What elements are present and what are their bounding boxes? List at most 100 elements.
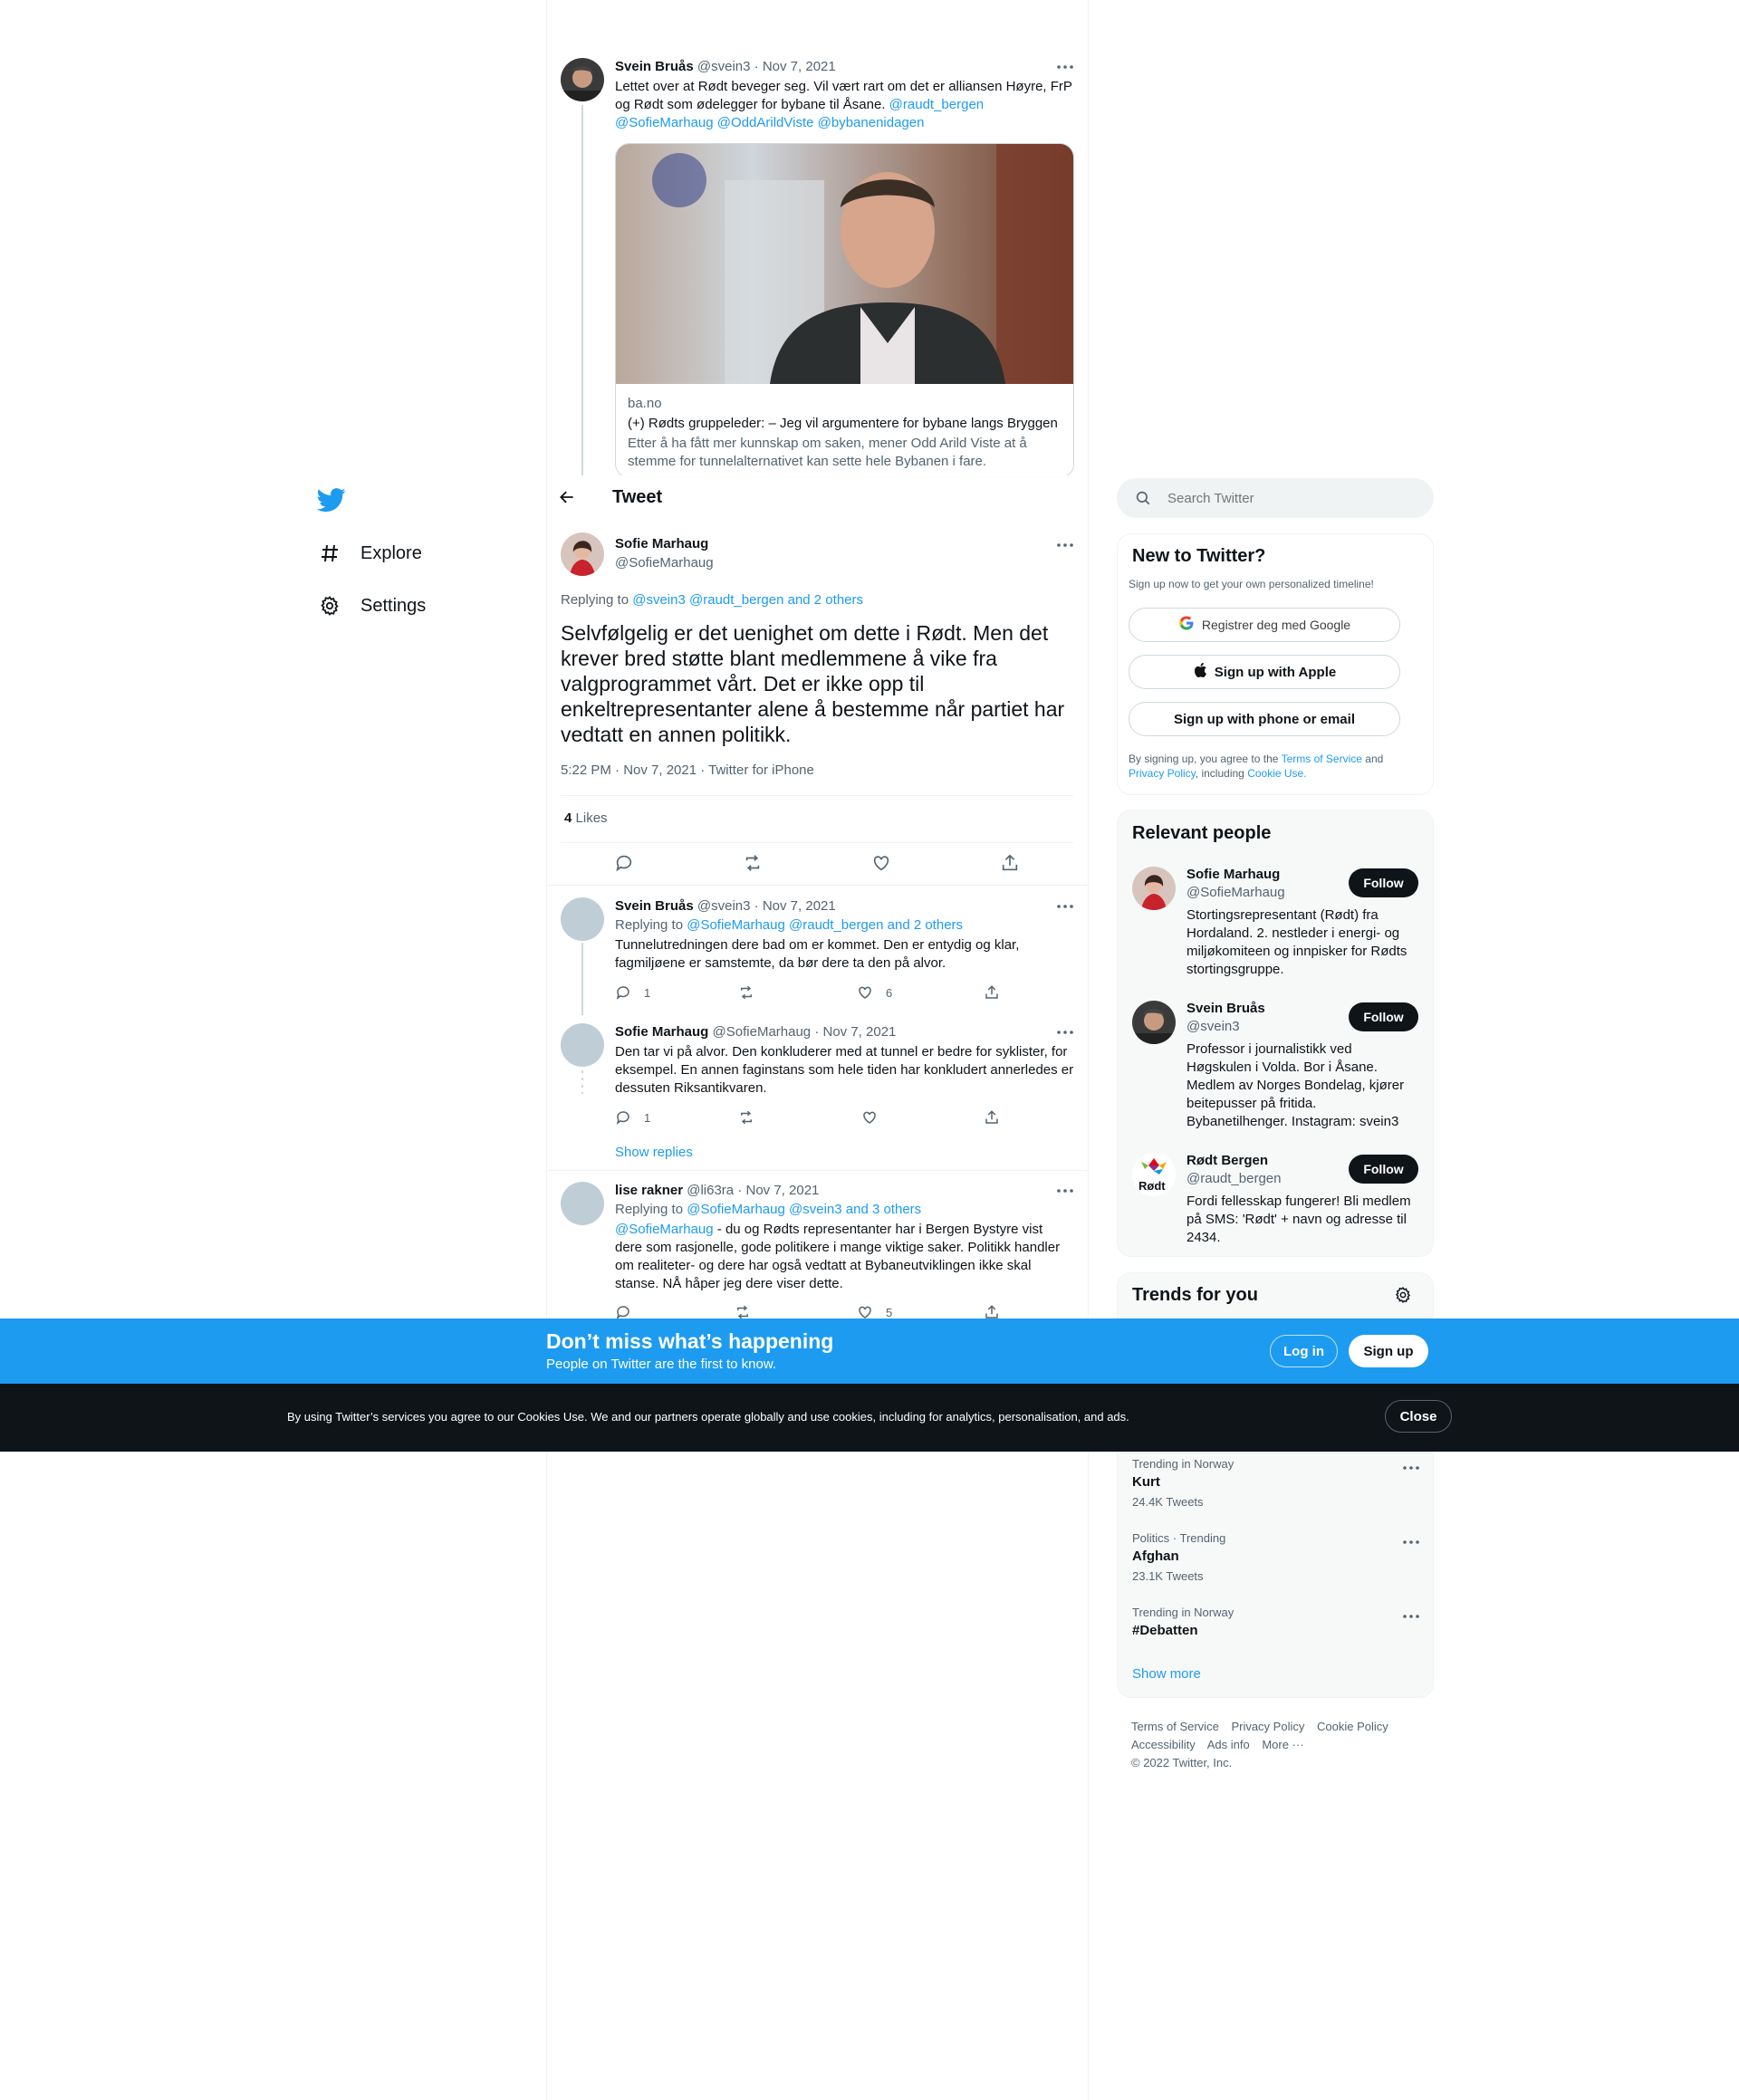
trend-item[interactable]: Trending in Norway #Debatten bbox=[1132, 1606, 1422, 1644]
like-button[interactable] bbox=[861, 1109, 890, 1126]
avatar[interactable] bbox=[1132, 867, 1176, 910]
link-card[interactable]: ba.no (+) Rødts gruppeleder: – Jeg vil a… bbox=[615, 143, 1074, 478]
more-options-icon[interactable] bbox=[1054, 896, 1076, 917]
like-button[interactable]: 6 bbox=[857, 984, 892, 1001]
apple-signup-button[interactable]: Sign up with Apple bbox=[1129, 655, 1400, 689]
trend-name: Kurt bbox=[1132, 1474, 1160, 1490]
person-handle[interactable]: @raudt_bergen bbox=[1187, 1171, 1281, 1186]
author-name[interactable]: Svein Bruås bbox=[615, 59, 694, 74]
follow-button[interactable]: Follow bbox=[1349, 868, 1418, 897]
footer-link[interactable]: More ··· bbox=[1262, 1738, 1303, 1751]
terms-link[interactable]: Terms of Service bbox=[1282, 753, 1362, 765]
trend-count: 23.1K Tweets bbox=[1132, 1569, 1204, 1583]
trend-item[interactable]: Politics · Trending Afghan 23.1K Tweets bbox=[1132, 1531, 1422, 1583]
rodt-logo-text: Rødt bbox=[1139, 1179, 1166, 1193]
trend-item[interactable]: Trending in Norway Kurt 24.4K Tweets bbox=[1132, 1457, 1422, 1509]
more-options-icon[interactable] bbox=[1054, 1180, 1076, 1202]
nav-explore[interactable]: Explore bbox=[317, 535, 422, 571]
more-options-icon[interactable] bbox=[1400, 1531, 1422, 1553]
avatar[interactable] bbox=[561, 532, 604, 576]
follow-button[interactable]: Follow bbox=[1349, 1155, 1418, 1184]
person-name[interactable]: Svein Bruås bbox=[1187, 1001, 1265, 1016]
author-handle[interactable]: @SofieMarhaug bbox=[713, 1024, 812, 1040]
banner-subtitle: People on Twitter are the first to know. bbox=[546, 1357, 777, 1372]
mention-link[interactable]: @OddArildViste bbox=[717, 115, 814, 130]
search-input[interactable] bbox=[1167, 489, 1412, 507]
footer-link[interactable]: Privacy Policy bbox=[1231, 1720, 1304, 1733]
more-options-icon[interactable] bbox=[1400, 1606, 1422, 1627]
share-button[interactable] bbox=[984, 1109, 1000, 1126]
signup-legal: By signing up, you agree to the Terms of… bbox=[1129, 753, 1384, 780]
replying-to-links[interactable]: @SofieMarhaug @raudt_bergen and 2 others bbox=[687, 917, 963, 933]
signup-button[interactable]: Sign up bbox=[1349, 1335, 1428, 1367]
tweet-date[interactable]: Nov 7, 2021 bbox=[746, 1183, 820, 1198]
avatar[interactable] bbox=[1132, 1001, 1176, 1044]
more-options-icon[interactable] bbox=[1054, 534, 1076, 556]
login-button[interactable]: Log in bbox=[1270, 1335, 1338, 1367]
share-button[interactable] bbox=[1000, 853, 1020, 877]
replying-to-links[interactable]: @svein3 @raudt_bergen and 2 others bbox=[632, 592, 863, 608]
avatar[interactable] bbox=[561, 1023, 604, 1067]
nav-settings[interactable]: Settings bbox=[317, 588, 426, 624]
reply-button[interactable]: 1 bbox=[615, 1109, 650, 1126]
person-handle[interactable]: @SofieMarhaug bbox=[1187, 885, 1285, 900]
mention-link[interactable]: @bybanenidagen bbox=[818, 115, 925, 130]
retweet-button[interactable] bbox=[738, 984, 767, 1001]
avatar[interactable] bbox=[561, 58, 604, 101]
tweet-header: lise rakner @li63ra · Nov 7, 2021 bbox=[615, 1183, 820, 1198]
more-options-icon[interactable] bbox=[1400, 1457, 1422, 1479]
author-handle[interactable]: @li63ra bbox=[687, 1183, 734, 1198]
footer-link[interactable]: Accessibility bbox=[1131, 1738, 1196, 1751]
retweet-button[interactable] bbox=[743, 853, 763, 877]
like-button[interactable] bbox=[871, 853, 891, 877]
likes-count[interactable]: 4 Likes bbox=[564, 810, 608, 826]
mention-link[interactable]: @SofieMarhaug bbox=[615, 115, 714, 130]
footer-link[interactable]: Cookie Policy bbox=[1317, 1720, 1388, 1733]
reply-count: 1 bbox=[644, 985, 651, 1000]
mention-link[interactable]: @SofieMarhaug bbox=[615, 1222, 714, 1237]
author-name[interactable]: lise rakner bbox=[615, 1183, 683, 1198]
cookie-use-link[interactable]: Cookie Use. bbox=[1247, 767, 1306, 780]
avatar[interactable] bbox=[561, 897, 604, 941]
twitter-logo-icon[interactable] bbox=[316, 485, 346, 514]
reply-button[interactable]: 1 bbox=[615, 984, 650, 1001]
retweet-button[interactable] bbox=[738, 1109, 767, 1126]
footer-link[interactable]: Ads info bbox=[1207, 1738, 1250, 1751]
person-name[interactable]: Rødt Bergen bbox=[1187, 1153, 1268, 1168]
replying-to: Replying to @SofieMarhaug @svein3 and 3 … bbox=[615, 1202, 922, 1217]
tweet-date[interactable]: Nov 7, 2021 bbox=[763, 59, 836, 74]
google-signup-button[interactable]: Registrer deg med Google bbox=[1129, 608, 1400, 642]
person-name[interactable]: Sofie Marhaug bbox=[1187, 867, 1280, 882]
share-button[interactable] bbox=[984, 984, 1000, 1001]
author-handle[interactable]: @svein3 bbox=[697, 59, 751, 74]
tweet-page-header: Tweet bbox=[547, 475, 1088, 523]
author-handle[interactable]: @svein3 bbox=[697, 898, 751, 914]
more-options-icon[interactable] bbox=[1054, 1021, 1076, 1043]
rodt-logo-avatar[interactable]: Rødt bbox=[1132, 1153, 1176, 1196]
author-name[interactable]: Svein Bruås bbox=[615, 898, 694, 914]
search-bar[interactable] bbox=[1117, 478, 1434, 518]
back-arrow-icon[interactable] bbox=[558, 488, 580, 510]
tweet-date[interactable]: Nov 7, 2021 bbox=[763, 898, 836, 914]
follow-button[interactable]: Follow bbox=[1349, 1002, 1418, 1031]
mention-link[interactable]: @raudt_bergen bbox=[889, 97, 984, 112]
person-handle[interactable]: @svein3 bbox=[1187, 1019, 1240, 1034]
trend-meta: Trending in Norway bbox=[1132, 1457, 1235, 1471]
cookie-close-button[interactable]: Close bbox=[1385, 1400, 1452, 1433]
gear-icon[interactable] bbox=[1394, 1286, 1412, 1309]
avatar[interactable] bbox=[561, 1182, 604, 1225]
tweet-date[interactable]: Nov 7, 2021 bbox=[823, 1024, 897, 1040]
author-handle[interactable]: @SofieMarhaug bbox=[615, 555, 714, 571]
reply-button[interactable] bbox=[614, 853, 634, 877]
replying-to-links[interactable]: @SofieMarhaug @svein3 and 3 others bbox=[687, 1202, 921, 1217]
footer-link[interactable]: Terms of Service bbox=[1131, 1720, 1219, 1733]
show-more-link[interactable]: Show more bbox=[1132, 1666, 1201, 1682]
signup-subtitle: Sign up now to get your own personalized… bbox=[1129, 578, 1374, 590]
privacy-link[interactable]: Privacy Policy bbox=[1129, 767, 1196, 780]
show-replies-link[interactable]: Show replies bbox=[615, 1145, 693, 1160]
author-name[interactable]: Sofie Marhaug bbox=[615, 1024, 708, 1040]
author-name[interactable]: Sofie Marhaug bbox=[615, 536, 708, 551]
tweet-meta[interactable]: 5:22 PM · Nov 7, 2021 · Twitter for iPho… bbox=[561, 762, 814, 778]
more-options-icon[interactable] bbox=[1054, 56, 1076, 78]
phone-email-signup-button[interactable]: Sign up with phone or email bbox=[1129, 702, 1400, 736]
